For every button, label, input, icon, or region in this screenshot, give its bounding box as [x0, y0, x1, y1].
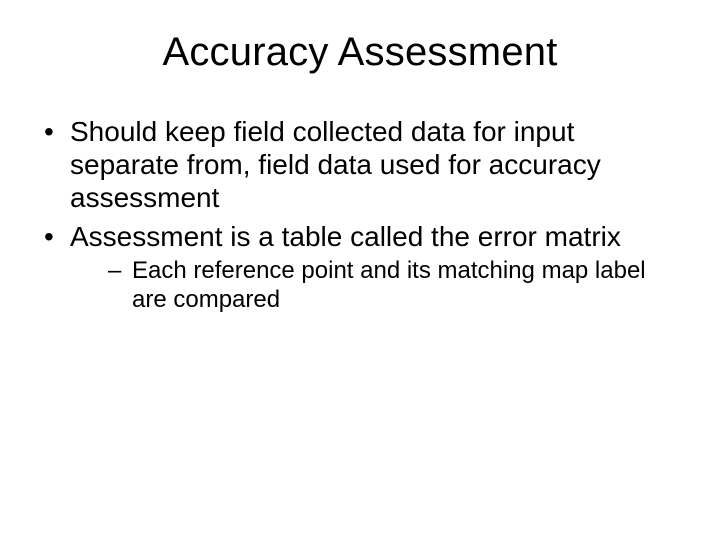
- bullet-item: Assessment is a table called the error m…: [36, 220, 684, 315]
- bullet-list-level2: Each reference point and its matching ma…: [70, 257, 684, 315]
- bullet-list-level1: Should keep field collected data for inp…: [36, 115, 684, 315]
- sub-bullet-item: Each reference point and its matching ma…: [70, 257, 684, 315]
- slide-title: Accuracy Assessment: [36, 30, 684, 75]
- slide: Accuracy Assessment Should keep field co…: [0, 0, 720, 540]
- bullet-text: Assessment is a table called the error m…: [70, 221, 621, 252]
- bullet-item: Should keep field collected data for inp…: [36, 115, 684, 214]
